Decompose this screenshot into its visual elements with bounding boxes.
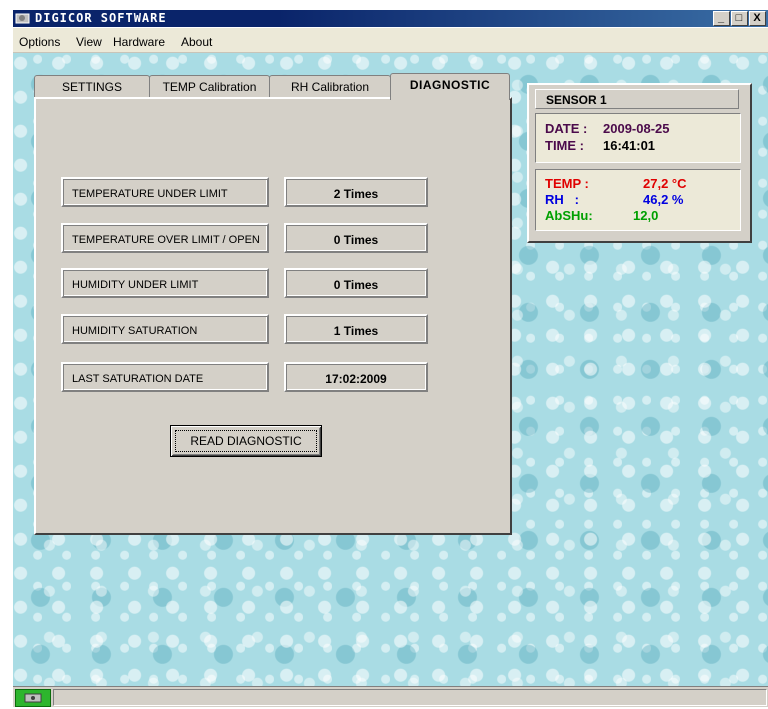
minimize-button[interactable]: _ — [713, 11, 730, 26]
read-diagnostic-button[interactable]: READ DIAGNOSTIC — [170, 425, 322, 457]
menu-options[interactable]: Options — [19, 35, 60, 49]
status-bar — [13, 686, 768, 707]
abshu-label: AbSHu: — [545, 208, 593, 223]
device-status-icon — [15, 689, 51, 707]
window-title: DIGICOR SOFTWARE — [35, 11, 167, 25]
last-saturation-date-label: LAST SATURATION DATE — [61, 362, 269, 392]
humidity-under-limit-label: HUMIDITY UNDER LIMIT — [61, 268, 269, 298]
rh-label: RH : — [545, 192, 579, 207]
temp-value: 27,2 °C — [643, 176, 687, 191]
temp-over-limit-label: TEMPERATURE OVER LIMIT / OPEN — [61, 223, 269, 253]
focus-rectangle — [175, 430, 317, 452]
menu-hardware[interactable]: Hardware — [113, 35, 165, 49]
time-value: 16:41:01 — [603, 138, 656, 153]
maximize-button[interactable]: □ — [731, 11, 748, 26]
close-button[interactable]: X — [749, 11, 766, 26]
time-label: TIME : — [545, 138, 584, 153]
temp-label: TEMP : — [545, 176, 589, 191]
temp-over-limit-value: 0 Times — [284, 223, 428, 253]
date-value: 2009-08-25 — [603, 121, 670, 136]
last-saturation-date-value: 17:02:2009 — [284, 362, 428, 392]
tab-rh-calibration[interactable]: RH Calibration — [269, 75, 391, 98]
menu-view[interactable]: View — [76, 35, 102, 49]
abshu-value: 12,0 — [633, 208, 659, 223]
tab-temp-calibration[interactable]: TEMP Calibration — [149, 75, 270, 98]
humidity-saturation-label: HUMIDITY SATURATION — [61, 314, 269, 344]
title-bar: DIGICOR SOFTWARE _ □ X — [13, 10, 768, 27]
menu-bar: Options View Hardware About — [13, 28, 768, 53]
date-label: DATE : — [545, 121, 588, 136]
diagnostic-panel: TEMPERATURE UNDER LIMIT 2 Times TEMPERAT… — [34, 97, 512, 535]
menu-about[interactable]: About — [181, 35, 212, 49]
sensor-title: SENSOR 1 — [535, 89, 739, 109]
temp-under-limit-label: TEMPERATURE UNDER LIMIT — [61, 177, 269, 207]
date-time-box: DATE : 2009-08-25 TIME : 16:41:01 — [535, 113, 741, 163]
sensor-panel: SENSOR 1 DATE : 2009-08-25 TIME : 16:41:… — [527, 83, 752, 243]
status-panel — [53, 689, 767, 706]
tab-settings[interactable]: SETTINGS — [34, 75, 150, 98]
humidity-saturation-value: 1 Times — [284, 314, 428, 344]
tab-diagnostic[interactable]: DIAGNOSTIC — [390, 73, 510, 100]
rh-value: 46,2 % — [643, 192, 684, 207]
humidity-under-limit-value: 0 Times — [284, 268, 428, 298]
app-icon — [15, 12, 31, 25]
measurements-box: TEMP : 27,2 °C RH : 46,2 % AbSHu: 12,0 — [535, 169, 741, 231]
temp-under-limit-value: 2 Times — [284, 177, 428, 207]
